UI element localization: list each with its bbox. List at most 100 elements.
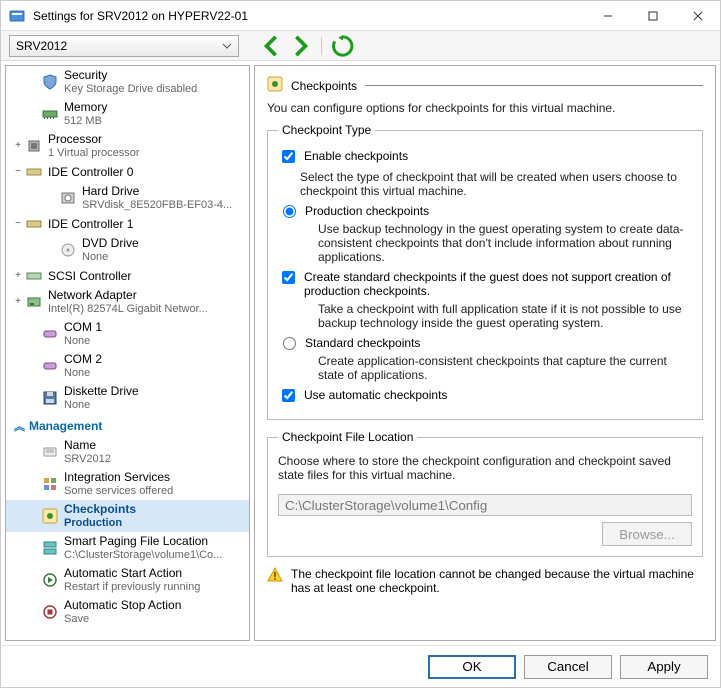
nav-item-com1[interactable]: COM 1None — [6, 318, 249, 350]
nav-item-autostart[interactable]: Automatic Start ActionRestart if previou… — [6, 564, 249, 596]
expander[interactable]: + — [12, 269, 24, 283]
fallback-label: Create standard checkpoints if the guest… — [304, 270, 692, 298]
apply-button[interactable]: Apply — [620, 655, 708, 679]
services-icon — [42, 476, 58, 492]
page-title: Checkpoints — [291, 79, 357, 93]
nav-item-sub: None — [64, 398, 139, 412]
shield-icon — [42, 74, 58, 90]
vm-selector-value: SRV2012 — [16, 39, 67, 53]
dialog-footer: OK Cancel Apply — [1, 645, 720, 687]
location-path-input — [278, 494, 692, 516]
nav-item-nic[interactable]: +Network AdapterIntel(R) 82574L Gigabit … — [6, 286, 249, 318]
nav-forward-button[interactable] — [289, 35, 311, 57]
nav-item-label: Hard Drive — [82, 184, 232, 198]
scsi-icon — [26, 268, 42, 284]
nav-item-diskette[interactable]: Diskette DriveNone — [6, 382, 249, 414]
com-icon — [42, 358, 58, 374]
production-desc: Use backup technology in the guest opera… — [318, 222, 692, 264]
select-type-desc: Select the type of checkpoint that will … — [300, 170, 692, 198]
fallback-checkbox[interactable]: Create standard checkpoints if the guest… — [278, 270, 692, 298]
nav-item-label: IDE Controller 0 — [48, 165, 133, 179]
nav-item-label: COM 1 — [64, 320, 102, 334]
nav-item-label: COM 2 — [64, 352, 102, 366]
nav-item-label: SCSI Controller — [48, 269, 131, 283]
production-checkpoints-label: Production checkpoints — [305, 204, 429, 218]
nav-item-label: Security — [64, 68, 197, 82]
checkpoint-icon — [42, 508, 58, 524]
cpu-icon — [26, 138, 42, 154]
nav-item-sub: Production — [64, 516, 136, 530]
nav-item-label: IDE Controller 1 — [48, 217, 133, 231]
expander[interactable]: − — [12, 217, 24, 231]
production-checkpoints-radio[interactable]: Production checkpoints — [278, 204, 692, 218]
standard-checkpoints-radio[interactable]: Standard checkpoints — [278, 336, 692, 350]
tag-icon — [42, 444, 58, 460]
close-button[interactable] — [675, 1, 720, 30]
nav-item-hard-drive[interactable]: Hard DriveSRVdisk_8E520FBB-EF03-4... — [6, 182, 249, 214]
nav-item-com2[interactable]: COM 2None — [6, 350, 249, 382]
cancel-button[interactable]: Cancel — [524, 655, 612, 679]
autostart-icon — [42, 572, 58, 588]
nav-item-integration[interactable]: Integration ServicesSome services offere… — [6, 468, 249, 500]
chevron-up-icon: ︽ — [14, 418, 23, 434]
autostop-icon — [42, 604, 58, 620]
toolbar: SRV2012 — [1, 31, 720, 61]
floppy-icon — [42, 390, 58, 406]
nav-item-label: Diskette Drive — [64, 384, 139, 398]
nav-item-ide0[interactable]: − IDE Controller 0 — [6, 162, 249, 182]
nav-item-sub: Some services offered — [64, 484, 173, 498]
nav-item-autostop[interactable]: Automatic Stop ActionSave — [6, 596, 249, 628]
maximize-button[interactable] — [630, 1, 675, 30]
nav-section-management[interactable]: ︽Management — [6, 414, 249, 436]
nav-item-checkpoints[interactable]: CheckpointsProduction — [6, 500, 249, 532]
location-desc: Choose where to store the checkpoint con… — [278, 454, 692, 482]
nav-item-sub: Restart if previously running — [64, 580, 200, 594]
minimize-button[interactable] — [585, 1, 630, 30]
expander[interactable]: + — [12, 295, 24, 309]
nav-item-dvd[interactable]: DVD DriveNone — [6, 234, 249, 266]
nav-item-processor[interactable]: +Processor1 Virtual processor — [6, 130, 249, 162]
nic-icon — [26, 294, 42, 310]
nav-item-ide1[interactable]: − IDE Controller 1 — [6, 214, 249, 234]
nav-item-label: DVD Drive — [82, 236, 139, 250]
enable-checkpoints-label: Enable checkpoints — [304, 149, 408, 163]
checkpoint-location-legend: Checkpoint File Location — [278, 430, 417, 444]
com-icon — [42, 326, 58, 342]
checkpoint-icon — [267, 76, 283, 95]
nav-item-sub: SRVdisk_8E520FBB-EF03-4... — [82, 198, 232, 212]
enable-checkpoints-checkbox[interactable]: Enable checkpoints — [278, 149, 692, 166]
disk-icon — [60, 190, 76, 206]
nav-item-label: Network Adapter — [48, 288, 208, 302]
separator — [321, 37, 322, 55]
automatic-checkpoints-checkbox[interactable]: Use automatic checkpoints — [278, 388, 692, 405]
nav-back-button[interactable] — [261, 35, 283, 57]
titlebar: Settings for SRV2012 on HYPERV22-01 — [1, 1, 720, 31]
checkpoint-type-legend: Checkpoint Type — [278, 123, 375, 137]
nav-item-sub: SRV2012 — [64, 452, 111, 466]
expander[interactable]: + — [12, 139, 24, 153]
nav-item-security[interactable]: SecurityKey Storage Drive disabled — [6, 66, 249, 98]
nav-item-memory[interactable]: Memory512 MB — [6, 98, 249, 130]
vm-selector[interactable]: SRV2012 — [9, 35, 239, 57]
standard-checkpoints-label: Standard checkpoints — [305, 336, 420, 350]
nav-item-paging[interactable]: Smart Paging File LocationC:\ClusterStor… — [6, 532, 249, 564]
warning-text: The checkpoint file location cannot be c… — [291, 567, 703, 595]
nav-item-sub: C:\ClusterStorage\volume1\Co... — [64, 548, 222, 562]
refresh-button[interactable] — [332, 35, 354, 57]
chevron-down-icon — [222, 41, 232, 51]
nav-item-label: Integration Services — [64, 470, 173, 484]
nav-item-name[interactable]: NameSRV2012 — [6, 436, 249, 468]
nav-item-sub: None — [64, 366, 102, 380]
automatic-checkpoints-label: Use automatic checkpoints — [304, 388, 447, 402]
nav-item-sub: None — [82, 250, 139, 264]
expander[interactable]: − — [12, 165, 24, 179]
nav-item-sub: Key Storage Drive disabled — [64, 82, 197, 96]
settings-nav[interactable]: SecurityKey Storage Drive disabledMemory… — [5, 65, 250, 641]
checkpoint-location-group: Checkpoint File Location Choose where to… — [267, 430, 703, 557]
nav-item-sub: 512 MB — [64, 114, 107, 128]
nav-item-scsi[interactable]: + SCSI Controller — [6, 266, 249, 286]
ide-icon — [26, 164, 42, 180]
warning-row: The checkpoint file location cannot be c… — [267, 567, 703, 595]
nav-item-label: Processor — [48, 132, 140, 146]
ok-button[interactable]: OK — [428, 655, 516, 679]
